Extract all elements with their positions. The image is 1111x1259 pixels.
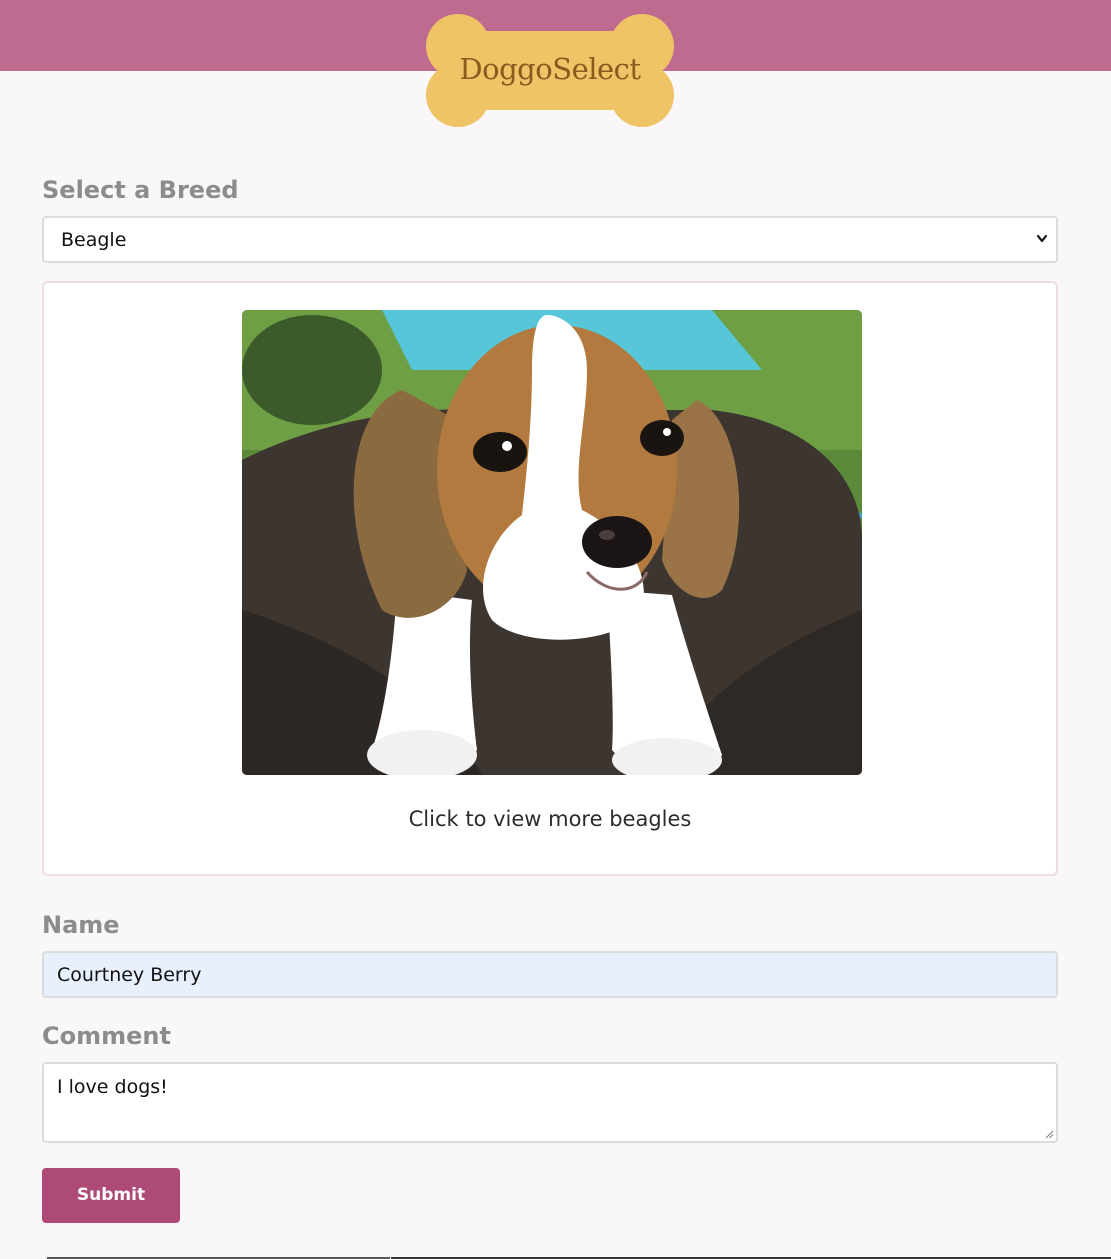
name-field-value: Courtney Berry <box>57 964 202 986</box>
comment-field[interactable]: I love dogs! <box>42 1062 1058 1143</box>
breed-select-value: Beagle <box>61 229 127 251</box>
logo-text: DoggoSelect <box>459 52 641 86</box>
gallery-caption[interactable]: Click to view more beagles <box>44 807 1056 831</box>
logo[interactable]: DoggoSelect <box>426 14 674 127</box>
comment-field-value: I love dogs! <box>57 1076 168 1098</box>
dog-photo[interactable] <box>242 310 862 775</box>
name-label: Name <box>42 911 120 939</box>
breed-label: Select a Breed <box>42 176 239 204</box>
dog-image <box>242 310 862 775</box>
resize-handle-icon[interactable] <box>1044 1129 1054 1139</box>
chevron-down-icon <box>1036 234 1048 243</box>
breed-gallery-card[interactable]: Click to view more beagles <box>42 281 1058 876</box>
submit-button[interactable]: Submit <box>42 1168 180 1223</box>
comment-label: Comment <box>42 1022 171 1050</box>
breed-select[interactable]: Beagle <box>42 216 1058 263</box>
name-field[interactable]: Courtney Berry <box>42 951 1058 998</box>
